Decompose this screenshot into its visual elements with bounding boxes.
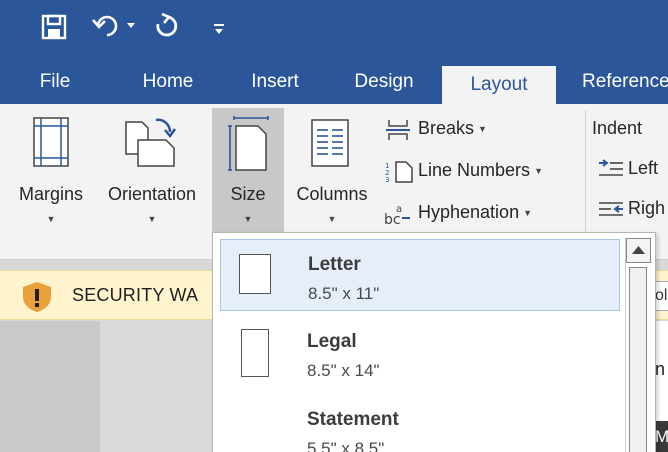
line-numbers-icon: 1 2 3 bbox=[385, 161, 413, 184]
size-dropdown-gallery: Letter 8.5" x 11" Legal 8.5" x 14" State… bbox=[212, 232, 656, 452]
svg-text:3: 3 bbox=[385, 176, 389, 184]
document-text-fragment: n bbox=[655, 359, 666, 379]
margins-label: Margins bbox=[18, 184, 84, 204]
size-option-dimensions: 8.5" x 11" bbox=[308, 284, 380, 303]
scroll-thumb[interactable] bbox=[629, 267, 647, 452]
size-option-letter[interactable]: Letter 8.5" x 11" bbox=[220, 239, 620, 311]
orientation-label: Orientation bbox=[107, 184, 197, 204]
columns-icon bbox=[311, 119, 349, 167]
shield-warning-icon bbox=[23, 282, 51, 312]
document-left-margin bbox=[0, 321, 100, 452]
orientation-icon bbox=[125, 118, 177, 167]
chevron-down-icon: ▼ bbox=[327, 214, 337, 224]
chevron-down-icon: ▼ bbox=[243, 214, 253, 224]
size-icon bbox=[228, 116, 269, 171]
undo-dropdown-icon[interactable] bbox=[126, 22, 136, 30]
margins-button[interactable]: Margins ▼ bbox=[10, 110, 92, 234]
tab-home[interactable]: Home bbox=[124, 62, 212, 104]
indent-group-title: Indent bbox=[592, 118, 643, 138]
breaks-label: Breaks bbox=[418, 118, 475, 138]
tab-layout[interactable]: Layout bbox=[442, 66, 556, 104]
line-numbers-button[interactable]: 1 2 3 Line Numbers ▼ bbox=[384, 158, 584, 184]
size-option-name: Letter bbox=[308, 254, 361, 275]
chevron-down-icon: ▼ bbox=[523, 208, 532, 219]
undo-icon[interactable] bbox=[92, 12, 122, 40]
gallery-scrollbar[interactable] bbox=[625, 238, 651, 452]
chevron-down-icon: ▼ bbox=[46, 214, 56, 224]
save-icon[interactable] bbox=[40, 13, 68, 41]
size-option-legal[interactable]: Legal 8.5" x 14" bbox=[220, 317, 620, 389]
customize-qat-icon[interactable] bbox=[213, 22, 225, 36]
size-option-name: Legal bbox=[307, 331, 357, 352]
security-warning-text: SECURITY WA bbox=[72, 285, 199, 305]
breaks-button[interactable]: Breaks ▼ bbox=[384, 116, 584, 142]
size-option-name: Statement bbox=[307, 409, 399, 430]
size-option-dimensions: 5.5" x 8.5" bbox=[307, 439, 385, 452]
size-option-statement[interactable]: Statement 5.5" x 8.5" bbox=[220, 395, 620, 452]
hyphenation-icon: a bc bbox=[384, 204, 410, 226]
hyphenation-label: Hyphenation bbox=[418, 202, 520, 222]
chevron-down-icon: ▼ bbox=[147, 214, 157, 224]
breaks-icon bbox=[386, 120, 410, 140]
tab-design[interactable]: Design bbox=[340, 62, 428, 104]
size-option-dimensions: 8.5" x 14" bbox=[307, 361, 380, 380]
line-numbers-label: Line Numbers bbox=[418, 160, 531, 180]
size-label: Size bbox=[230, 184, 266, 204]
chevron-down-icon: ▼ bbox=[534, 166, 543, 177]
hyphenation-button[interactable]: a bc Hyphenation ▼ bbox=[384, 200, 584, 226]
orientation-button[interactable]: Orientation ▼ bbox=[96, 110, 208, 234]
chevron-down-icon: ▼ bbox=[478, 124, 487, 135]
page-letter-icon bbox=[239, 254, 271, 294]
indent-left-icon bbox=[599, 159, 623, 177]
size-button[interactable]: Size ▼ bbox=[212, 108, 284, 238]
indent-right-icon bbox=[599, 202, 623, 217]
scroll-up-button[interactable] bbox=[626, 238, 651, 263]
indent-right-label: Righ bbox=[628, 198, 666, 218]
ribbon-tabs: File Home Insert Design Layout Reference bbox=[0, 62, 668, 104]
group-divider bbox=[585, 110, 586, 240]
columns-button[interactable]: Columns ▼ bbox=[288, 110, 376, 234]
indent-left-field[interactable]: Left bbox=[598, 158, 658, 179]
tab-file[interactable]: File bbox=[18, 62, 92, 104]
indent-left-label: Left bbox=[628, 158, 659, 178]
tab-references[interactable]: Reference bbox=[576, 62, 668, 104]
triangle-up-icon bbox=[632, 246, 645, 254]
svg-text:bc: bc bbox=[384, 212, 401, 226]
redo-icon[interactable] bbox=[152, 12, 182, 40]
title-bar bbox=[0, 0, 668, 62]
page-legal-icon bbox=[241, 329, 269, 377]
margins-icon bbox=[33, 117, 69, 167]
indent-right-field[interactable]: Righ bbox=[598, 198, 665, 219]
tab-insert[interactable]: Insert bbox=[232, 62, 318, 104]
columns-label: Columns bbox=[296, 184, 368, 204]
